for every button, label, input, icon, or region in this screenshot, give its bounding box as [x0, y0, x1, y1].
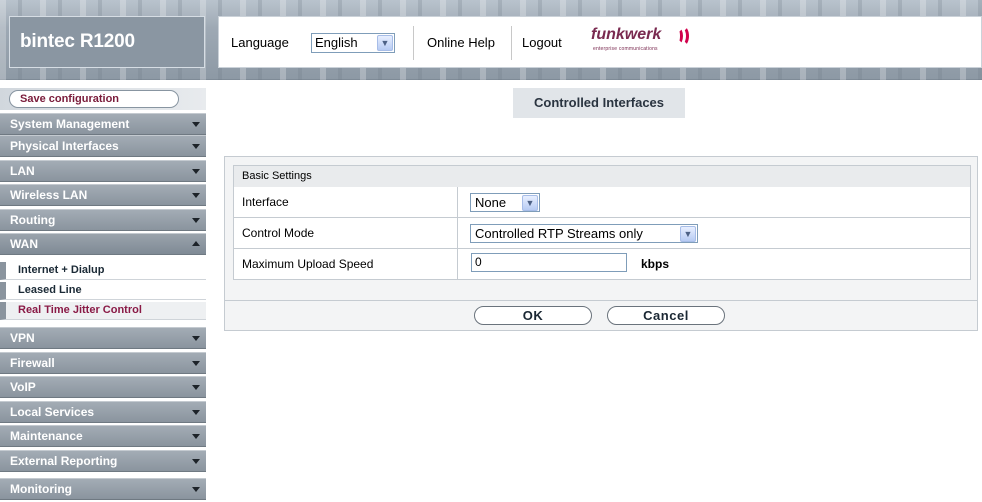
upload-speed-unit: kbps	[641, 257, 670, 271]
sidebar-item-label: LAN	[10, 164, 35, 178]
sidebar-item-label: Monitoring	[10, 482, 72, 496]
sidebar-item-label: External Reporting	[10, 454, 118, 468]
section-heading: Basic Settings	[233, 165, 971, 187]
chevron-up-icon	[192, 241, 200, 246]
chevron-down-icon	[192, 410, 200, 415]
sidebar-item-wireless-lan[interactable]: Wireless LAN	[0, 184, 206, 206]
form-button-bar: OK Cancel	[224, 301, 978, 331]
control-mode-label: Control Mode	[234, 218, 458, 248]
sidebar-subitem-label: Internet + Dialup	[18, 264, 105, 276]
upload-speed-label: Maximum Upload Speed	[234, 249, 458, 279]
sidebar-item-label: Local Services	[10, 405, 95, 419]
sidebar-item-external-reporting[interactable]: External Reporting	[0, 450, 206, 472]
sidebar-item-label: Wireless LAN	[10, 188, 88, 202]
sidebar-nav: Save configuration System Management Phy…	[0, 80, 206, 502]
chevron-down-icon	[192, 218, 200, 223]
sidebar-item-wan[interactable]: WAN	[0, 233, 206, 255]
sidebar-item-firewall[interactable]: Firewall	[0, 352, 206, 374]
online-help-link[interactable]: Online Help	[427, 35, 495, 50]
sidebar-item-label: VoIP	[10, 380, 36, 394]
ok-button[interactable]: OK	[474, 306, 592, 325]
chevron-down-icon	[192, 193, 200, 198]
logo-wordmark: funkwerk	[591, 26, 662, 43]
cancel-button[interactable]: Cancel	[607, 306, 725, 325]
sidebar-item-system-management[interactable]: System Management	[0, 113, 206, 135]
form-row-control-mode: Control Mode Controlled RTP Streams only…	[233, 218, 971, 249]
sidebar-item-physical-interfaces[interactable]: Physical Interfaces	[0, 135, 206, 157]
interface-select-value: None	[475, 195, 507, 210]
header: bintec R1200 Language English ▼ Online H…	[0, 0, 982, 80]
language-label: Language	[231, 35, 289, 50]
sidebar-item-label: VPN	[10, 331, 35, 345]
sidebar-subitem-label: Leased Line	[18, 284, 82, 296]
sidebar-item-monitoring[interactable]: Monitoring	[0, 478, 206, 500]
chevron-down-icon[interactable]: ▼	[680, 226, 696, 242]
toolbar-divider	[511, 26, 512, 60]
form-row-upload-speed: Maximum Upload Speed 0 kbps	[233, 249, 971, 280]
save-configuration-button[interactable]: Save configuration	[9, 90, 179, 108]
control-mode-select-value: Controlled RTP Streams only	[475, 226, 643, 241]
sidebar-item-label: Firewall	[10, 356, 55, 370]
sidebar-item-label: Routing	[10, 213, 56, 227]
interface-label: Interface	[234, 187, 458, 217]
sidebar-item-label: Maintenance	[10, 429, 83, 443]
chevron-down-icon	[192, 434, 200, 439]
page-title: Controlled Interfaces	[513, 88, 685, 118]
upload-speed-input[interactable]: 0	[471, 253, 627, 272]
control-mode-select[interactable]: Controlled RTP Streams only ▼	[470, 224, 698, 243]
settings-form: Basic Settings Interface None ▼ Control …	[224, 156, 978, 301]
sidebar-subitem-label: Real Time Jitter Control	[18, 304, 142, 316]
brand-title: bintec R1200	[9, 16, 205, 68]
sidebar-item-label: WAN	[10, 237, 38, 251]
chevron-down-icon	[192, 122, 200, 127]
language-select[interactable]: English ▼	[311, 33, 395, 53]
chevron-down-icon	[192, 144, 200, 149]
toolbar-divider	[413, 26, 414, 60]
chevron-down-icon	[192, 459, 200, 464]
funkwerk-logo: funkwerk enterprise communications	[591, 26, 711, 58]
sidebar-subitem-internet-dialup[interactable]: Internet + Dialup	[0, 262, 206, 280]
sidebar-item-lan[interactable]: LAN	[0, 160, 206, 182]
chevron-down-icon	[192, 169, 200, 174]
chevron-down-icon	[192, 385, 200, 390]
logout-link[interactable]: Logout	[522, 35, 562, 50]
chevron-down-icon[interactable]: ▼	[377, 35, 393, 51]
sidebar-item-maintenance[interactable]: Maintenance	[0, 425, 206, 447]
sidebar-item-vpn[interactable]: VPN	[0, 327, 206, 349]
sidebar-subitem-leased-line[interactable]: Leased Line	[0, 282, 206, 300]
chevron-down-icon	[192, 361, 200, 366]
save-bar: Save configuration	[0, 88, 206, 110]
sidebar-item-label: System Management	[10, 117, 130, 131]
language-select-value: English	[315, 35, 358, 50]
sidebar-item-local-services[interactable]: Local Services	[0, 401, 206, 423]
chevron-down-icon[interactable]: ▼	[522, 195, 538, 211]
sidebar-item-voip[interactable]: VoIP	[0, 376, 206, 398]
chevron-down-icon	[192, 487, 200, 492]
signal-arc-icon	[677, 26, 689, 46]
sidebar-subitem-real-time-jitter-control[interactable]: Real Time Jitter Control	[0, 302, 206, 320]
form-row-interface: Interface None ▼	[233, 187, 971, 218]
sidebar-item-label: Physical Interfaces	[10, 139, 119, 153]
top-toolbar: Language English ▼ Online Help Logout fu…	[218, 16, 982, 68]
logo-tagline: enterprise communications	[593, 46, 658, 52]
chevron-down-icon	[192, 336, 200, 341]
sidebar-item-routing[interactable]: Routing	[0, 209, 206, 231]
interface-select[interactable]: None ▼	[470, 193, 540, 212]
